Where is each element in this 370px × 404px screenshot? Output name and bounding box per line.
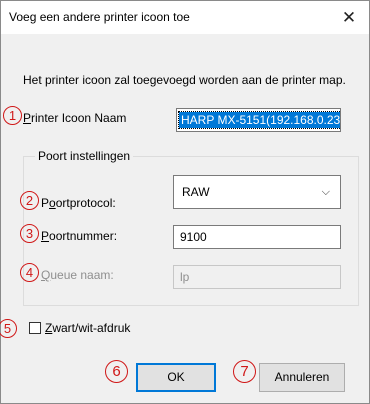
close-icon[interactable]: ✕ bbox=[329, 1, 369, 34]
marker-2: 2 bbox=[20, 191, 39, 210]
ok-button[interactable]: OK bbox=[136, 363, 216, 392]
marker-6: 6 bbox=[105, 360, 128, 383]
title-bar: Voeg een andere printer icoon toe ✕ bbox=[1, 1, 369, 34]
marker-4: 4 bbox=[20, 263, 39, 282]
chevron-down-icon: ⌵ bbox=[321, 186, 330, 198]
queue-name-input: lp bbox=[173, 265, 341, 289]
window-title: Voeg een andere printer icoon toe bbox=[9, 10, 190, 24]
description-text: Het printer icoon zal toegevoegd worden … bbox=[23, 73, 346, 87]
port-number-label: Poortnummer: bbox=[41, 229, 118, 243]
port-settings-group-label: Poort instellingen bbox=[35, 149, 134, 163]
port-protocol-select[interactable]: RAW ⌵ bbox=[173, 175, 341, 209]
cancel-button[interactable]: Annuleren bbox=[259, 363, 345, 392]
port-protocol-label: Poortprotocol: bbox=[41, 196, 116, 210]
port-protocol-value: RAW bbox=[182, 185, 210, 199]
port-number-input[interactable]: 9100 bbox=[173, 225, 341, 249]
printer-name-label: Printer Icoon Naam bbox=[23, 111, 127, 125]
marker-5: 5 bbox=[0, 319, 17, 338]
marker-1: 1 bbox=[3, 106, 22, 125]
marker-7: 7 bbox=[233, 360, 256, 383]
printer-name-input[interactable]: HARP MX-5151(192.168.0.239) bbox=[176, 108, 341, 132]
queue-name-label: Queue naam: bbox=[41, 268, 114, 282]
marker-3: 3 bbox=[20, 224, 39, 243]
bw-print-checkbox[interactable] bbox=[29, 322, 41, 334]
dialog-window: Voeg een andere printer icoon toe ✕ Het … bbox=[0, 0, 370, 404]
bw-print-label[interactable]: Zwart/wit-afdruk bbox=[45, 321, 130, 335]
